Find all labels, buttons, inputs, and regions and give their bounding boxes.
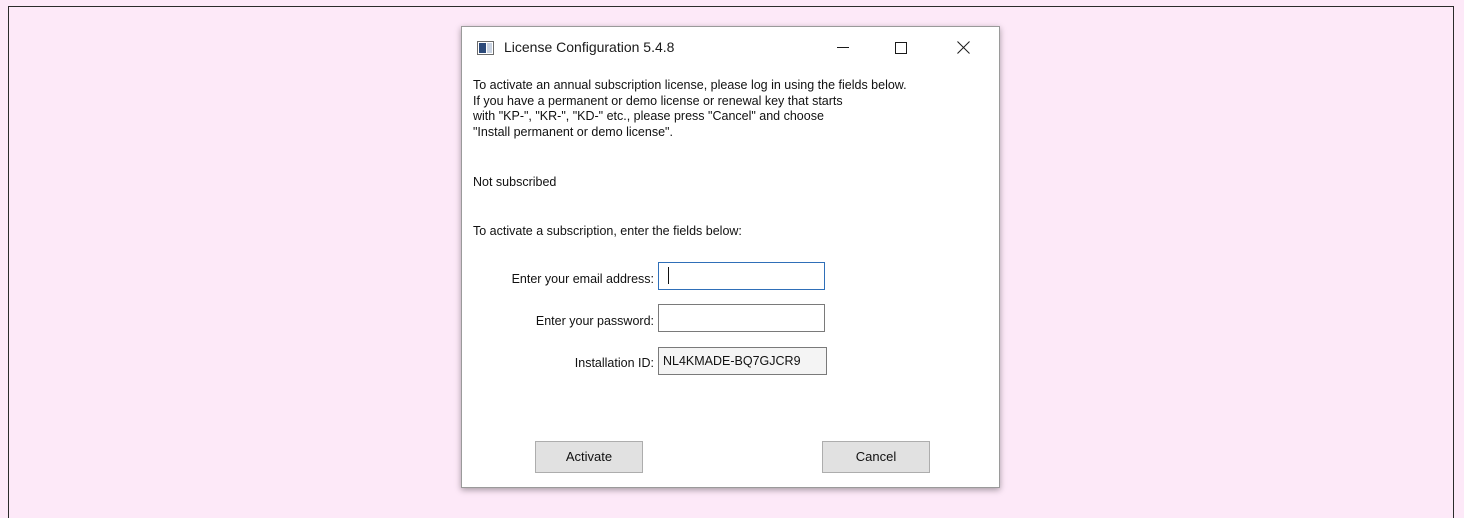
- installation-id-label: Installation ID:: [574, 356, 654, 370]
- password-field[interactable]: [658, 304, 825, 332]
- cancel-button[interactable]: Cancel: [822, 441, 930, 473]
- activate-button[interactable]: Activate: [535, 441, 643, 473]
- instructions-text: To activate an annual subscription licen…: [473, 78, 907, 139]
- app-window-icon: [477, 41, 494, 55]
- maximize-button[interactable]: [886, 35, 916, 61]
- installation-id-field[interactable]: NL4KMADE-BQ7GJCR9: [658, 347, 827, 375]
- minimize-icon: [837, 47, 849, 49]
- minimize-button[interactable]: [828, 35, 858, 61]
- close-button[interactable]: [948, 35, 978, 61]
- license-configuration-dialog: License Configuration 5.4.8 To activate …: [461, 26, 1000, 488]
- maximize-icon: [895, 41, 907, 54]
- subscription-status: Not subscribed: [473, 175, 557, 189]
- email-field[interactable]: [658, 262, 825, 290]
- title-bar[interactable]: License Configuration 5.4.8: [462, 27, 999, 71]
- text-caret: [668, 267, 669, 284]
- password-label: Enter your password:: [535, 314, 654, 328]
- window-title: License Configuration 5.4.8: [504, 39, 675, 55]
- email-label: Enter your email address:: [511, 272, 654, 286]
- close-icon: [957, 41, 970, 54]
- activation-prompt: To activate a subscription, enter the fi…: [473, 224, 742, 238]
